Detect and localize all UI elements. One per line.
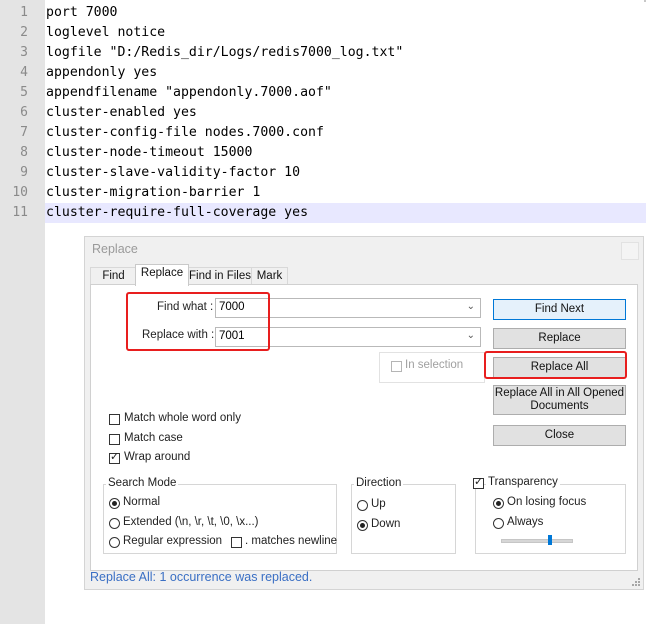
replace-all-opened-button[interactable]: Replace All in All Opened Documents — [493, 385, 626, 415]
highlight-box-replace-all — [484, 351, 627, 379]
regex-radio[interactable] — [109, 537, 120, 548]
editor-line[interactable]: 2 loglevel notice — [0, 23, 646, 43]
tab-replace[interactable]: Replace — [135, 264, 189, 286]
matches-newline-label: . matches newline — [245, 535, 338, 547]
replace-dialog: Replace Find Replace Find in Files Mark … — [84, 236, 644, 590]
line-text[interactable]: cluster-migration-barrier 1 — [46, 183, 260, 203]
highlight-box-fields — [126, 292, 270, 351]
line-text[interactable]: cluster-slave-validity-factor 10 — [46, 163, 300, 183]
line-text[interactable]: loglevel notice — [46, 23, 165, 43]
editor-line[interactable]: 10 cluster-migration-barrier 1 — [0, 183, 646, 203]
tab-find[interactable]: Find — [90, 267, 137, 285]
line-text[interactable]: logfile "D:/Redis_dir/Logs/redis7000_log… — [46, 43, 403, 63]
normal-label: Normal — [123, 496, 161, 508]
line-text[interactable]: cluster-config-file nodes.7000.conf — [46, 123, 324, 143]
search-mode-title: Search Mode — [106, 477, 179, 489]
transparency-slider-track[interactable] — [501, 539, 573, 543]
extended-label: Extended (\n, \r, \t, \0, \x...) — [123, 516, 259, 528]
editor-line[interactable]: 6 cluster-enabled yes — [0, 103, 646, 123]
wrap-around-label: Wrap around — [124, 451, 191, 463]
transparency-checkbox[interactable]: ✓ — [473, 476, 484, 489]
replace-panel: Find what : 7000 ⌄ Replace with : 7001 ⌄… — [90, 284, 638, 571]
matches-newline-checkbox[interactable] — [231, 537, 242, 548]
regex-label: Regular expression — [123, 535, 223, 547]
editor-line[interactable]: 7 cluster-config-file nodes.7000.conf — [0, 123, 646, 143]
line-number: 11 — [12, 205, 28, 220]
wrap-around-checkbox[interactable]: ✓ — [109, 451, 120, 464]
chevron-down-icon[interactable]: ⌄ — [467, 301, 475, 312]
status-message: Replace All: 1 occurrence was replaced. — [90, 570, 313, 584]
close-icon[interactable] — [621, 242, 639, 260]
line-text[interactable]: port 7000 — [46, 3, 117, 23]
on-losing-focus-radio[interactable] — [493, 498, 504, 509]
replace-button[interactable]: Replace — [493, 328, 626, 349]
close-button[interactable]: Close — [493, 425, 626, 446]
always-radio[interactable] — [493, 518, 504, 529]
direction-title: Direction — [354, 477, 404, 489]
line-number: 9 — [20, 165, 28, 180]
resize-grip-icon[interactable] — [632, 578, 640, 586]
tab-find-in-files[interactable]: Find in Files — [187, 267, 253, 285]
checkmark-icon: ✓ — [474, 476, 484, 488]
find-next-button[interactable]: Find Next — [493, 299, 626, 320]
replace-all-opened-line2: Documents — [530, 400, 589, 412]
match-whole-word-label: Match whole word only — [124, 412, 241, 424]
line-text[interactable]: appendonly yes — [46, 63, 157, 83]
direction-group — [351, 484, 456, 554]
line-number: 10 — [12, 185, 28, 200]
on-losing-focus-label: On losing focus — [507, 496, 587, 508]
editor-line[interactable]: 9 cluster-slave-validity-factor 10 — [0, 163, 646, 183]
line-number: 4 — [20, 65, 28, 80]
match-case-checkbox[interactable] — [109, 434, 120, 445]
up-label: Up — [371, 498, 386, 510]
replace-all-opened-line1: Replace All in All Opened — [494, 387, 625, 399]
chevron-down-icon[interactable]: ⌄ — [467, 330, 475, 341]
editor-line[interactable]: 1 port 7000 — [0, 3, 646, 23]
line-number: 8 — [20, 145, 28, 160]
down-radio[interactable] — [357, 520, 368, 531]
in-selection-label: In selection — [405, 359, 464, 371]
transparency-slider-thumb[interactable] — [548, 535, 552, 545]
line-number: 6 — [20, 105, 28, 120]
editor-line[interactable]: 3 logfile "D:/Redis_dir/Logs/redis7000_lo… — [0, 43, 646, 63]
line-text[interactable]: cluster-node-timeout 15000 — [46, 143, 252, 163]
extended-radio[interactable] — [109, 518, 120, 529]
line-number: 7 — [20, 125, 28, 140]
editor-line[interactable]: 8 cluster-node-timeout 15000 — [0, 143, 646, 163]
editor-line[interactable]: 4 appendonly yes — [0, 63, 646, 83]
match-case-label: Match case — [124, 432, 183, 444]
always-label: Always — [507, 516, 544, 528]
down-label: Down — [371, 518, 401, 530]
line-text[interactable]: cluster-require-full-coverage yes — [46, 203, 308, 223]
line-number: 3 — [20, 45, 28, 60]
dialog-title: Replace — [92, 242, 138, 256]
line-number: 1 — [20, 5, 28, 20]
line-number: 2 — [20, 25, 28, 40]
editor-line-current[interactable]: 11 cluster-require-full-coverage yes — [12, 203, 646, 223]
up-radio[interactable] — [357, 500, 368, 511]
line-text[interactable]: cluster-enabled yes — [46, 103, 197, 123]
in-selection-checkbox[interactable] — [391, 361, 402, 372]
transparency-title: Transparency — [486, 476, 560, 488]
checkmark-icon: ✓ — [110, 451, 120, 463]
line-number: 5 — [20, 85, 28, 100]
match-whole-word-checkbox[interactable] — [109, 414, 120, 425]
line-text[interactable]: appendfilename "appendonly.7000.aof" — [46, 83, 332, 103]
text-editor[interactable]: 1 port 7000 2 loglevel notice 3 logfile "D:… — [0, 0, 646, 230]
tab-mark[interactable]: Mark — [251, 267, 288, 285]
editor-line[interactable]: 5 appendfilename "appendonly.7000.aof" — [0, 83, 646, 103]
normal-radio[interactable] — [109, 498, 120, 509]
